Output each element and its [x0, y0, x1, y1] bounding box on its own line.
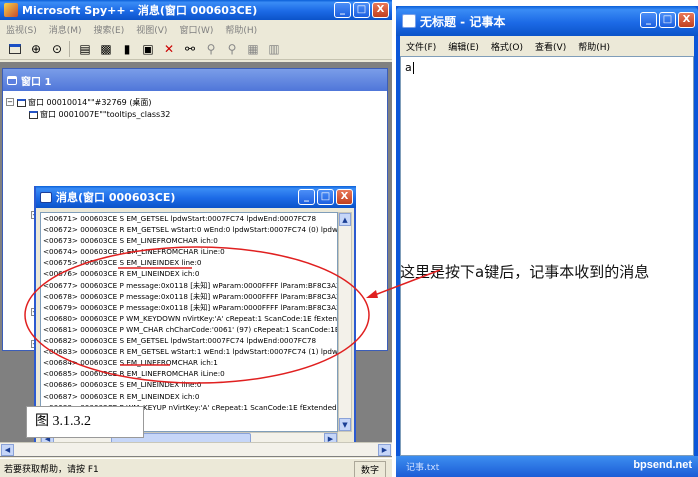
close-button[interactable]: X: [678, 12, 695, 28]
annotation-text: 这里是按下a键后，记事本收到的消息: [400, 263, 650, 281]
close-button[interactable]: X: [372, 2, 389, 18]
menu-view[interactable]: 查看(V): [529, 40, 572, 53]
message-line: <00678> 000603CE P message:0x0118 [未知] w…: [43, 291, 338, 301]
scroll-right-arrow-icon[interactable]: ▶: [378, 444, 391, 456]
maximize-button[interactable]: □: [317, 189, 334, 205]
spy-menubar: 监视(S) 消息(M) 搜索(E) 视图(V) 窗口(W) 帮助(H): [0, 20, 392, 38]
vertical-scrollbar[interactable]: ▲ ▼: [338, 212, 352, 432]
notepad-title-text: 无标题 - 记事本: [420, 14, 506, 29]
menu-search[interactable]: 搜索(E): [88, 23, 131, 36]
window-icon: [7, 75, 17, 85]
num-lock-indicator: 数字: [353, 461, 386, 477]
clear-icon[interactable]: ▮: [118, 40, 136, 58]
minimize-button[interactable]: _: [334, 2, 351, 18]
figure-caption: 图 3.1.3.2: [26, 406, 144, 438]
menu-view[interactable]: 视图(V): [130, 23, 173, 36]
tree-item[interactable]: 窗口 0001007E""tooltips_class32: [29, 109, 170, 120]
message-line: <00677> 000603CE P message:0x0118 [未知] w…: [43, 280, 338, 290]
tree-collapse-toggle[interactable]: −: [6, 98, 14, 106]
spy-app-icon: [4, 3, 18, 17]
log-icon[interactable]: ▩: [97, 40, 115, 58]
message-line: <00686> 000603CE S EM_LINEINDEX line:0: [43, 380, 202, 390]
message-line: <00672> 000603CE R EM_GETSEL wStart:0 wE…: [43, 225, 338, 235]
menu-file[interactable]: 文件(F): [400, 40, 442, 53]
menu-window[interactable]: 窗口(W): [173, 23, 219, 36]
scroll-left-arrow-icon[interactable]: ◀: [1, 444, 14, 456]
menu-messages[interactable]: 消息(M): [43, 23, 88, 36]
message-line: <00671> 000603CE S EM_GETSEL lpdwStart:0…: [43, 214, 317, 223]
message-line: <00679> 000603CE P message:0x0118 [未知] w…: [43, 302, 338, 312]
spy-toolbar: ⊕ ⊙ ▤ ▩ ▮ ▣ ✕ ⚯ ⚲ ⚲ ▦ ▥: [0, 38, 392, 60]
close-button[interactable]: X: [336, 189, 353, 205]
spy-title-text: Microsoft Spy++ - 消息(窗口 000603CE): [22, 4, 258, 17]
refresh-icon[interactable]: ▥: [265, 40, 283, 58]
main-horizontal-scrollbar[interactable]: ◀ ▶: [0, 442, 392, 456]
messages-window-title-bar[interactable]: 消息(窗口 000603CE) _ □ X: [36, 186, 356, 208]
menu-help[interactable]: 帮助(H): [572, 40, 616, 53]
window-icon: [29, 110, 38, 119]
status-text: 若要获取帮助，请按 F1: [4, 464, 99, 475]
notepad-menubar: 文件(F) 编辑(E) 格式(O) 查看(V) 帮助(H): [400, 36, 694, 56]
message-line: <00675> 000603CE S EM_LINEINDEX line:0: [43, 258, 202, 268]
menu-monitor[interactable]: 监视(S): [0, 23, 43, 36]
tree-window-title: 窗口 1: [21, 76, 52, 88]
spy-main-window: Microsoft Spy++ - 消息(窗口 000603CE) _ □ X …: [0, 0, 392, 477]
text-caret: [413, 62, 414, 74]
spy-icon[interactable]: ⊙: [48, 40, 66, 58]
find-next-icon[interactable]: ⚲: [202, 40, 220, 58]
scroll-up-arrow-icon[interactable]: ▲: [339, 213, 351, 226]
delete-icon[interactable]: ▣: [139, 40, 157, 58]
tree-window-title-bar[interactable]: 窗口 1: [3, 69, 387, 91]
message-line: <00684> 000603CE S EM_LINEFROMCHAR ich:1: [43, 358, 218, 368]
message-log-list[interactable]: <00671> 000603CE S EM_GETSEL lpdwStart:0…: [40, 212, 338, 432]
message-line: <00683> 000603CE R EM_GETSEL wStart:1 wE…: [43, 347, 338, 357]
message-line: <00674> 000603CE R EM_LINEFROMCHAR iLine…: [43, 247, 225, 257]
maximize-button[interactable]: □: [659, 12, 676, 28]
message-line-keydown: <00680> 000603CE P WM_KEYDOWN nVirtKey:'…: [43, 313, 338, 323]
tree-item-label: 窗口 00010014""#32769 (桌面): [28, 98, 152, 107]
find-prev-icon[interactable]: ⚲: [223, 40, 241, 58]
messages-icon: [40, 191, 52, 203]
message-line-char: <00681> 000603CE P WM_CHAR chCharCode:'0…: [43, 324, 338, 334]
desktop-strip: 记事.txt bpsend.net: [396, 456, 698, 477]
notepad-title-bar[interactable]: 无标题 - 记事本 _ □ X: [396, 6, 698, 36]
message-line: <00685> 000603CE R EM_LINEFROMCHAR iLine…: [43, 369, 225, 379]
status-bar: 若要获取帮助，请按 F1 数字: [0, 458, 392, 477]
properties-icon[interactable]: ▦: [244, 40, 262, 58]
menu-help[interactable]: 帮助(H): [219, 23, 263, 36]
new-window-icon[interactable]: [6, 40, 24, 58]
scroll-down-arrow-icon[interactable]: ▼: [339, 418, 351, 431]
notepad-icon: [402, 14, 416, 28]
window-icon: [17, 98, 26, 107]
watermark: bpsend.net: [633, 459, 692, 471]
toolbar-separator: [69, 40, 73, 57]
spy-title-bar[interactable]: Microsoft Spy++ - 消息(窗口 000603CE) _ □ X: [0, 0, 392, 20]
message-line: <00687> 000603CE R EM_LINEINDEX ich:0: [43, 391, 200, 401]
find-window-icon[interactable]: ⊕: [27, 40, 45, 58]
desktop-file-label: 记事.txt: [406, 463, 440, 473]
notepad-content: a: [405, 61, 412, 74]
minimize-button[interactable]: _: [640, 12, 657, 28]
notepad-window: 无标题 - 记事本 _ □ X 文件(F) 编辑(E) 格式(O) 查看(V) …: [396, 6, 698, 477]
delete-x-icon[interactable]: ✕: [160, 40, 178, 58]
message-line: <00673> 000603CE S EM_LINEFROMCHAR ich:0: [43, 236, 218, 246]
message-line: <00682> 000603CE S EM_GETSEL lpdwStart:0…: [43, 336, 317, 346]
minimize-button[interactable]: _: [298, 189, 315, 205]
maximize-button[interactable]: □: [353, 2, 370, 18]
notepad-text-area[interactable]: a: [400, 56, 694, 456]
mdi-client-area: 窗口 1 − 窗口 00010014""#32769 (桌面) 窗口 00010…: [0, 62, 392, 457]
messages-icon[interactable]: ▤: [76, 40, 94, 58]
menu-format[interactable]: 格式(O): [485, 40, 529, 53]
tree-item-label: 窗口 0001007E""tooltips_class32: [40, 110, 171, 119]
menu-edit[interactable]: 编辑(E): [442, 40, 485, 53]
message-line: <00676> 000603CE R EM_LINEINDEX ich:0: [43, 269, 200, 279]
tree-item[interactable]: 窗口 00010014""#32769 (桌面): [17, 97, 152, 108]
binoculars-icon[interactable]: ⚯: [181, 40, 199, 58]
messages-window-title: 消息(窗口 000603CE): [56, 191, 176, 204]
